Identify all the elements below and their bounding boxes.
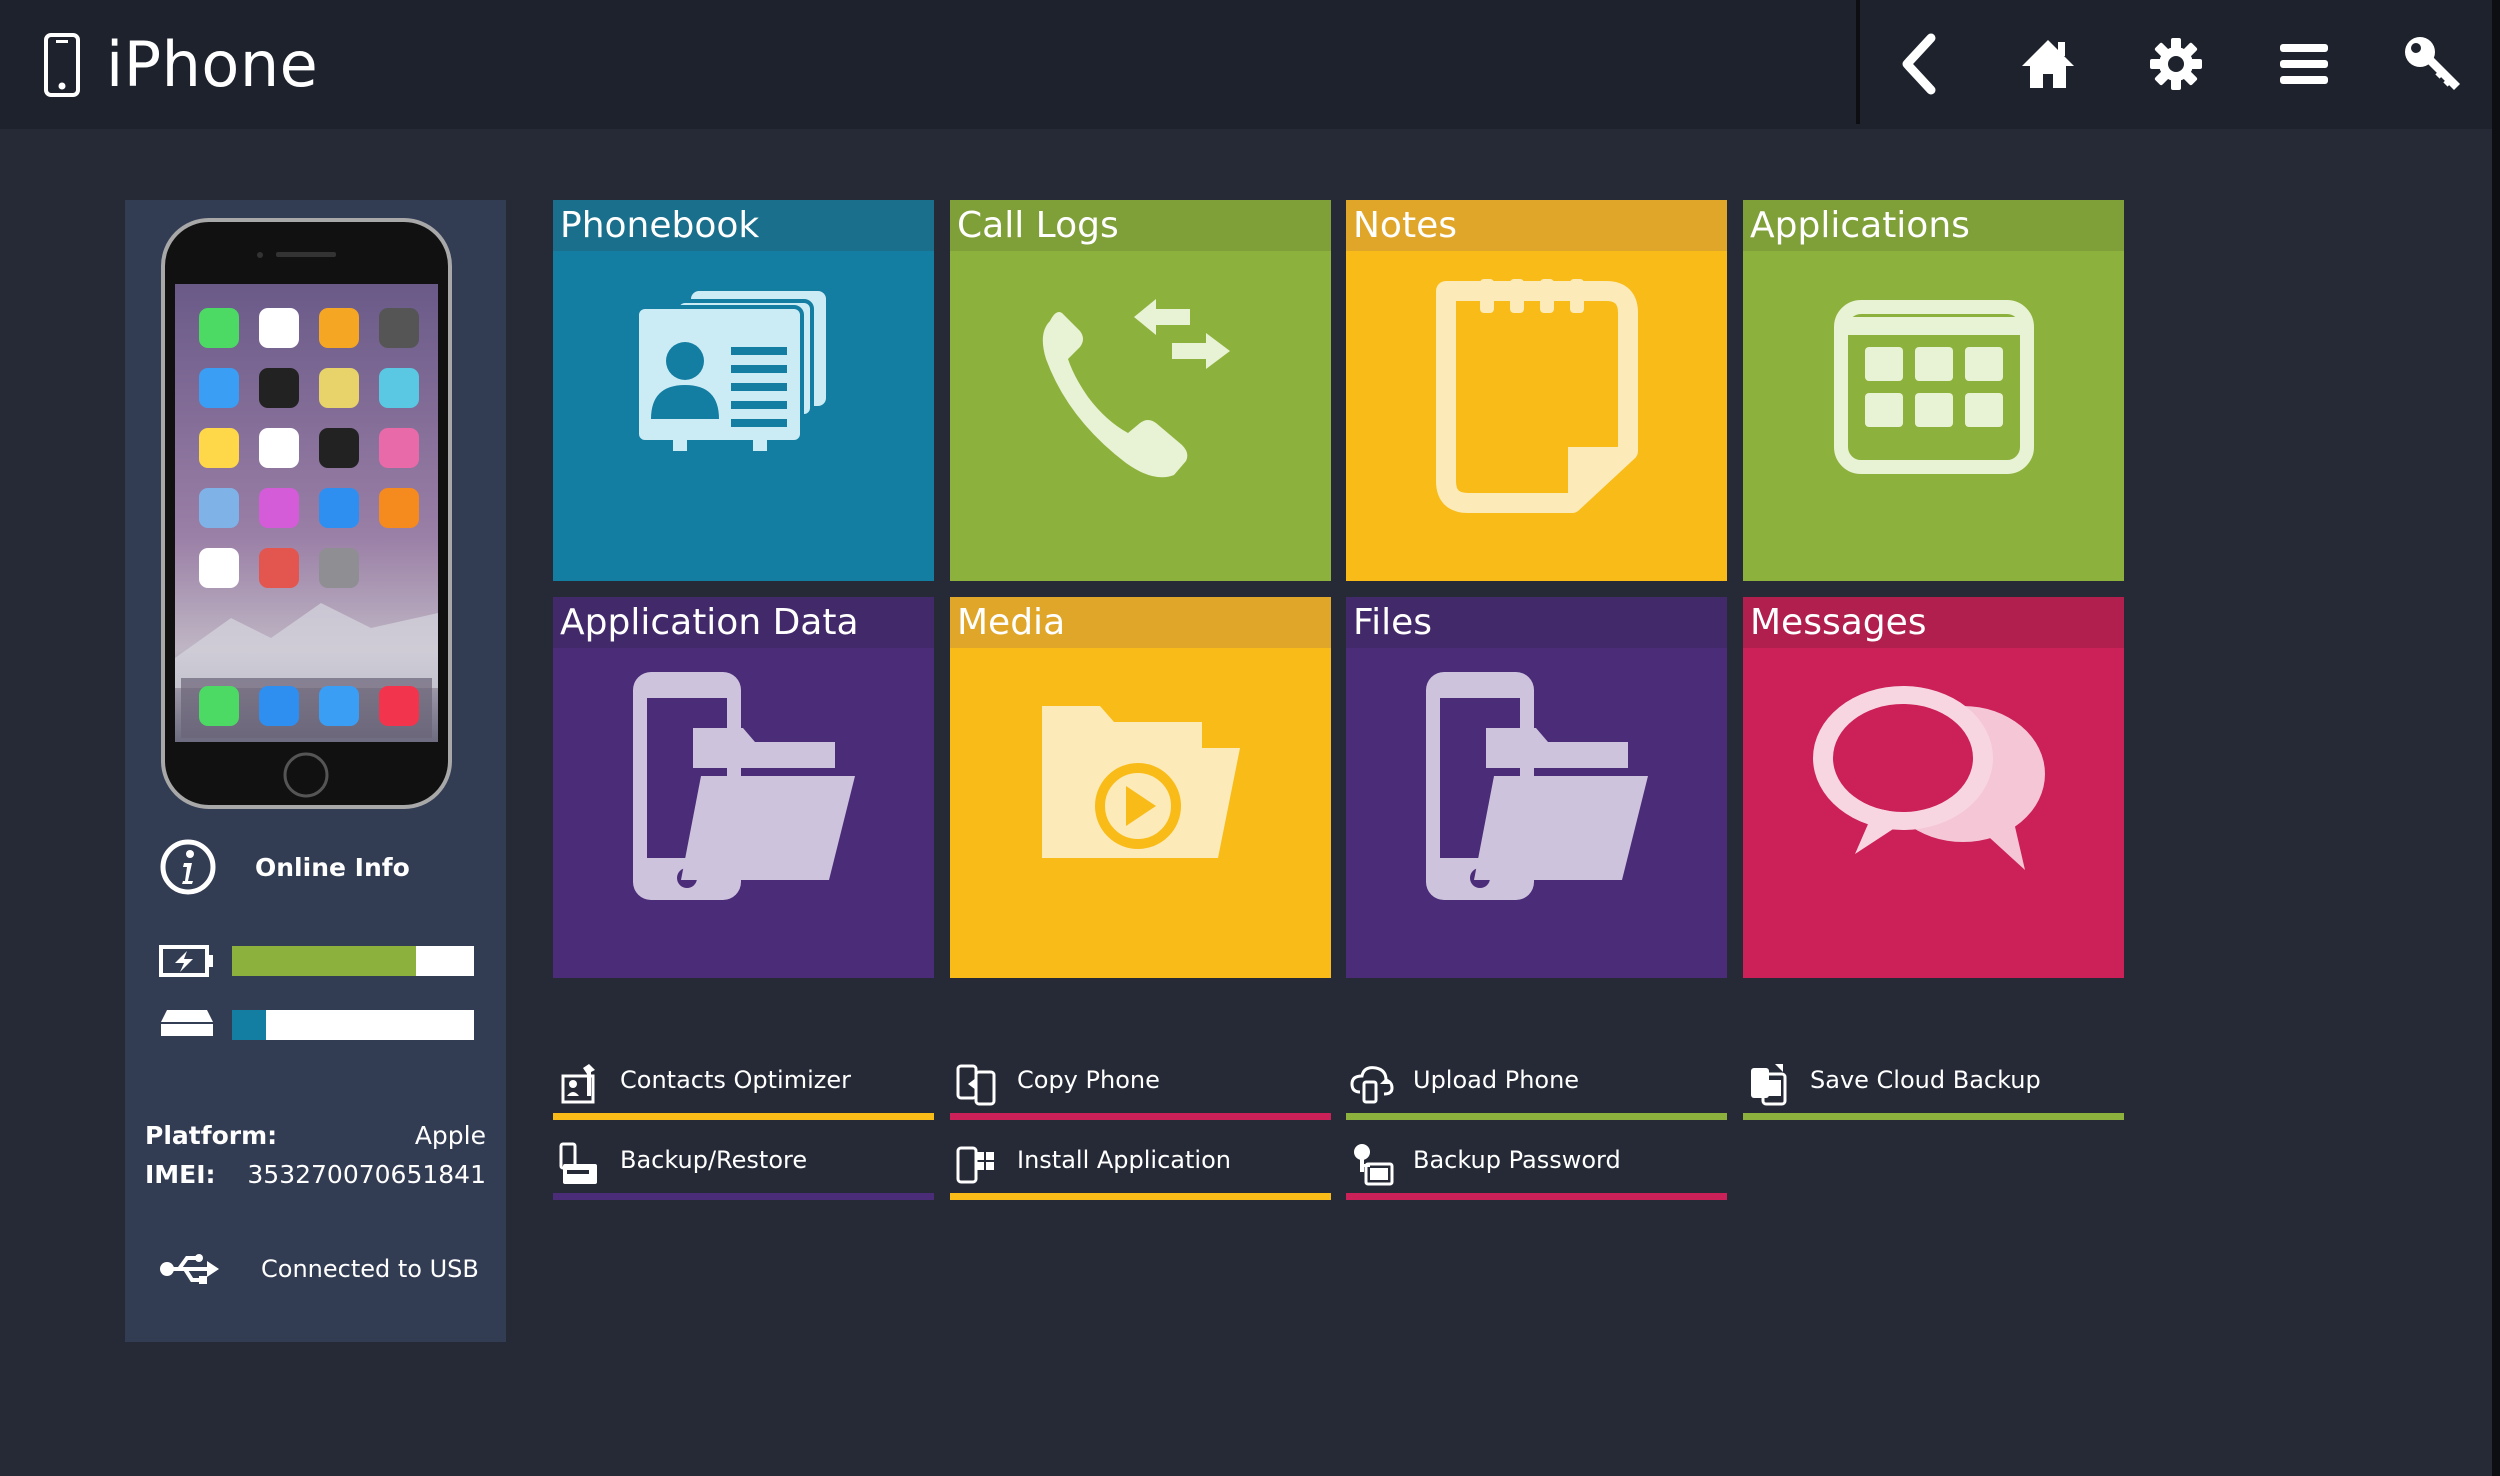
action-label: Install Application [1017, 1146, 1231, 1174]
home-button[interactable] [2008, 24, 2088, 104]
action-label: Backup/Restore [620, 1146, 808, 1174]
tile-label: Application Data [560, 602, 859, 643]
tile-label: Notes [1353, 205, 1457, 246]
online-info-link[interactable]: Online Info [159, 838, 410, 896]
window-edge [2492, 0, 2500, 1476]
action-underline [950, 1113, 1331, 1120]
install-app-icon [956, 1146, 994, 1184]
contact-cards-icon [635, 291, 826, 451]
storage-bar-fill [232, 1010, 266, 1040]
action-underline [1743, 1113, 2124, 1120]
cloud-backup-icon [1751, 1064, 1787, 1106]
iphone-device-image [161, 218, 452, 809]
online-info-label: Online Info [255, 852, 410, 882]
phone-folder-icon [633, 672, 855, 900]
storage-drive-icon [161, 1010, 213, 1036]
contacts-optimizer-button[interactable]: Contacts Optimizer [553, 1056, 934, 1120]
tile-label: Messages [1750, 602, 1927, 643]
notepad-icon [1436, 279, 1638, 513]
contacts-optimizer-icon [561, 1064, 595, 1104]
action-underline [950, 1193, 1331, 1200]
imei-label: IMEI: [145, 1160, 216, 1189]
home-icon [2022, 40, 2074, 88]
platform-label: Platform: [145, 1121, 278, 1150]
media-folder-icon [1042, 706, 1240, 858]
backup-password-icon [1354, 1144, 1394, 1186]
tile-files[interactable]: Files [1346, 597, 1727, 978]
tile-label: Call Logs [957, 205, 1119, 246]
upload-phone-button[interactable]: Upload Phone [1346, 1056, 1727, 1120]
hamburger-menu-icon [2280, 44, 2328, 84]
backup-restore-button[interactable]: Backup/Restore [553, 1136, 934, 1200]
tile-label: Files [1353, 602, 1432, 643]
battery-icon [159, 945, 213, 977]
chat-bubbles-icon [1813, 686, 2045, 870]
tile-notes[interactable]: Notes [1346, 200, 1727, 581]
app-grid-icon [1834, 300, 2034, 474]
info-icon [160, 839, 216, 895]
header-divider [1856, 0, 1860, 124]
app-header: iPhone [0, 0, 2500, 129]
action-label: Backup Password [1413, 1146, 1621, 1174]
platform-value: Apple [414, 1121, 486, 1150]
action-underline [1346, 1113, 1727, 1120]
imei-value: 353270070651841 [247, 1160, 486, 1189]
action-label: Contacts Optimizer [620, 1066, 851, 1094]
action-underline [553, 1113, 934, 1120]
tile-application-data[interactable]: Application Data [553, 597, 934, 978]
back-button[interactable] [1880, 24, 1960, 104]
connection-label: Connected to USB [261, 1255, 479, 1283]
tile-applications[interactable]: Applications [1743, 200, 2124, 581]
device-info-panel: Online Info Platform: Apple IMEI: 353270… [125, 200, 506, 1342]
action-underline [553, 1193, 934, 1200]
gear-icon [2150, 38, 2202, 90]
phone-call-arrows-icon [1042, 299, 1230, 478]
menu-button[interactable] [2264, 24, 2344, 104]
smartphone-icon [44, 32, 80, 97]
tile-messages[interactable]: Messages [1743, 597, 2124, 978]
page-title: iPhone [106, 28, 319, 101]
title-area: iPhone [44, 0, 318, 129]
tile-phonebook[interactable]: Phonebook [553, 200, 934, 581]
phone-folder-icon [1426, 672, 1648, 900]
key-icon [2405, 37, 2460, 90]
settings-button[interactable] [2136, 24, 2216, 104]
copy-phone-button[interactable]: Copy Phone [950, 1056, 1331, 1120]
action-underline [1346, 1193, 1727, 1200]
connection-status: Connected to USB [159, 1252, 479, 1286]
backup-restore-icon [559, 1142, 597, 1184]
action-label: Upload Phone [1413, 1066, 1580, 1094]
chevron-left-icon [1902, 33, 1936, 95]
copy-phone-icon [956, 1064, 996, 1106]
tile-label: Phonebook [560, 205, 760, 246]
action-label: Copy Phone [1017, 1066, 1160, 1094]
action-label: Save Cloud Backup [1810, 1066, 2041, 1094]
battery-bar [232, 946, 474, 976]
usb-icon [160, 1254, 219, 1284]
tile-label: Media [957, 602, 1066, 643]
battery-bar-fill [232, 946, 416, 976]
tile-label: Applications [1750, 205, 1970, 246]
save-cloud-backup-button[interactable]: Save Cloud Backup [1743, 1056, 2124, 1120]
tile-media[interactable]: Media [950, 597, 1331, 978]
tile-call-logs[interactable]: Call Logs [950, 200, 1331, 581]
upload-phone-icon [1350, 1066, 1394, 1104]
backup-password-button[interactable]: Backup Password [1346, 1136, 1727, 1200]
install-application-button[interactable]: Install Application [950, 1136, 1331, 1200]
storage-bar [232, 1010, 474, 1040]
key-button[interactable] [2392, 24, 2472, 104]
